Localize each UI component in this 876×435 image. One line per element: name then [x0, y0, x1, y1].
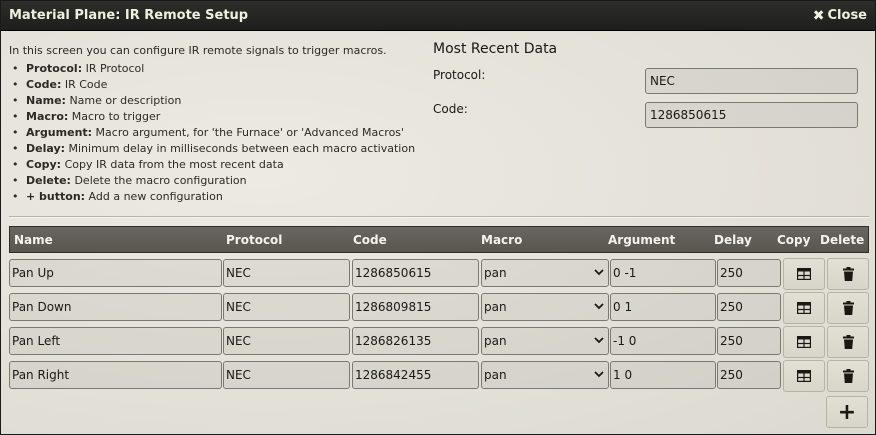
instructions-item: Protocol: IR Protocol — [9, 61, 419, 77]
recent-code-row: Code: 1286850615 — [433, 102, 861, 130]
chevron-down-icon — [594, 269, 604, 276]
argument-field[interactable]: 1 0 — [610, 361, 716, 389]
close-label: Close — [827, 8, 867, 23]
add-configuration-button[interactable]: + — [826, 396, 868, 428]
chevron-down-icon — [594, 337, 604, 344]
delete-button[interactable] — [827, 326, 869, 358]
delay-field[interactable]: 250 — [717, 361, 781, 389]
chevron-down-icon — [594, 303, 604, 310]
copy-button[interactable] — [783, 258, 825, 290]
macro-select[interactable]: pan — [481, 327, 609, 355]
copy-button[interactable] — [783, 292, 825, 324]
macro-select[interactable]: pan — [481, 361, 609, 389]
protocol-field[interactable]: NEC — [223, 259, 350, 287]
instructions-item: Name: Name or description — [9, 93, 419, 109]
delete-button[interactable] — [827, 258, 869, 290]
instructions: In this screen you can configure IR remo… — [9, 43, 419, 205]
code-field[interactable]: 1286809815 — [352, 293, 479, 321]
protocol-field[interactable]: NEC — [223, 327, 350, 355]
recent-protocol-field[interactable]: NEC — [645, 68, 858, 94]
instructions-item: Code: IR Code — [9, 77, 419, 93]
table-icon — [797, 268, 811, 280]
table-row: Pan Up NEC 1286850615 pan 0 -1 250 — [9, 258, 869, 290]
recent-code-field[interactable]: 1286850615 — [645, 102, 858, 128]
name-field[interactable]: Pan Left — [9, 327, 222, 355]
chevron-down-icon — [594, 371, 604, 378]
header-protocol: Protocol — [226, 233, 283, 247]
table-icon — [797, 302, 811, 314]
instructions-list: Protocol: IR Protocol Code: IR Code Name… — [9, 61, 419, 205]
trash-icon — [842, 267, 854, 281]
trash-icon — [842, 301, 854, 315]
instructions-item: Argument: Macro argument, for 'the Furna… — [9, 125, 419, 141]
macro-select-value: pan — [484, 334, 507, 348]
delay-field[interactable]: 250 — [717, 327, 781, 355]
instructions-item: Macro: Macro to trigger — [9, 109, 419, 125]
table-icon — [797, 336, 811, 348]
header-delay: Delay — [714, 233, 752, 247]
delete-button[interactable] — [827, 360, 869, 392]
header-argument: Argument — [608, 233, 676, 247]
delete-button[interactable] — [827, 292, 869, 324]
close-button[interactable]: ✖ Close — [813, 8, 867, 24]
macro-select-value: pan — [484, 300, 507, 314]
copy-button[interactable] — [783, 360, 825, 392]
macro-select[interactable]: pan — [481, 259, 609, 287]
name-field[interactable]: Pan Right — [9, 361, 222, 389]
header-name: Name — [14, 233, 53, 247]
argument-field[interactable]: 0 1 — [610, 293, 716, 321]
name-field[interactable]: Pan Down — [9, 293, 222, 321]
instructions-item: Delay: Minimum delay in milliseconds bet… — [9, 141, 419, 157]
header-copy: Copy — [777, 233, 811, 247]
table-row: Pan Right NEC 1286842455 pan 1 0 250 — [9, 360, 869, 392]
argument-field[interactable]: -1 0 — [610, 327, 716, 355]
most-recent-data-panel: Most Recent Data Protocol: NEC Code: 128… — [433, 41, 861, 128]
delay-field[interactable]: 250 — [717, 259, 781, 287]
recent-protocol-row: Protocol: NEC — [433, 68, 861, 96]
table-header: Name Protocol Code Macro Argument Delay … — [9, 226, 869, 253]
macro-select[interactable]: pan — [481, 293, 609, 321]
instructions-item: + button: Add a new configuration — [9, 189, 419, 205]
section-divider — [9, 216, 869, 218]
most-recent-data-title: Most Recent Data — [433, 41, 558, 57]
trash-icon — [842, 335, 854, 349]
copy-button[interactable] — [783, 326, 825, 358]
table-icon — [797, 370, 811, 382]
name-field[interactable]: Pan Up — [9, 259, 222, 287]
window-titlebar[interactable]: Material Plane: IR Remote Setup ✖ Close — [1, 1, 875, 31]
protocol-field[interactable]: NEC — [223, 293, 350, 321]
macro-select-value: pan — [484, 368, 507, 382]
table-row: Pan Down NEC 1286809815 pan 0 1 250 — [9, 292, 869, 324]
code-field[interactable]: 1286842455 — [352, 361, 479, 389]
protocol-field[interactable]: NEC — [223, 361, 350, 389]
recent-protocol-label: Protocol: — [433, 68, 486, 82]
instructions-item: Delete: Delete the macro configuration — [9, 173, 419, 189]
ir-remote-setup-window: Material Plane: IR Remote Setup ✖ Close … — [0, 0, 876, 435]
delay-field[interactable]: 250 — [717, 293, 781, 321]
header-macro: Macro — [481, 233, 523, 247]
window-title: Material Plane: IR Remote Setup — [9, 8, 249, 23]
recent-code-label: Code: — [433, 102, 468, 116]
code-field[interactable]: 1286826135 — [352, 327, 479, 355]
code-field[interactable]: 1286850615 — [352, 259, 479, 287]
instructions-item: Copy: Copy IR data from the most recent … — [9, 157, 419, 173]
header-delete: Delete — [820, 233, 865, 247]
header-code: Code — [353, 233, 387, 247]
instructions-text: In this screen you can configure IR remo… — [9, 44, 387, 57]
argument-field[interactable]: 0 -1 — [610, 259, 716, 287]
table-row: Pan Left NEC 1286826135 pan -1 0 250 — [9, 326, 869, 358]
macro-select-value: pan — [484, 266, 507, 280]
close-icon: ✖ — [812, 7, 825, 24]
trash-icon — [842, 369, 854, 383]
